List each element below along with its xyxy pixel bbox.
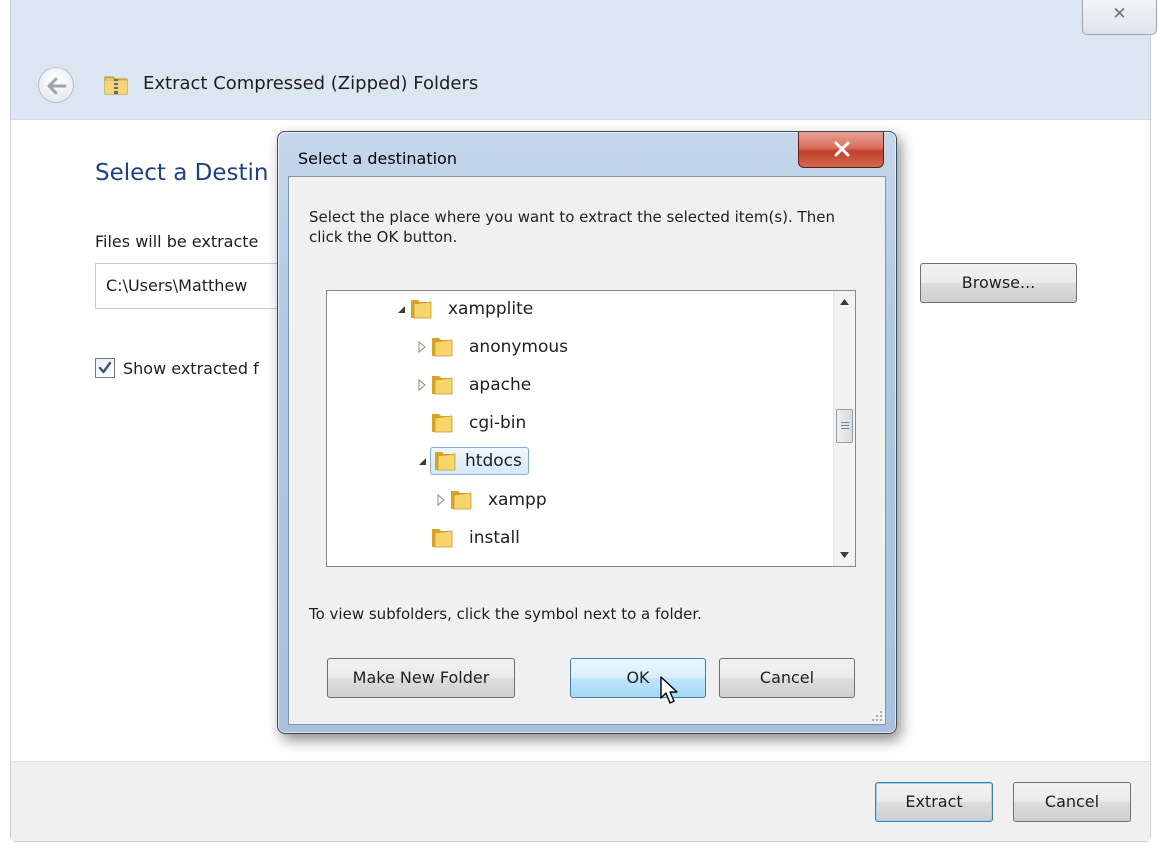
tree-item-selected[interactable]: htdocs (414, 446, 529, 476)
extract-button[interactable]: Extract (875, 782, 993, 822)
back-button[interactable] (38, 67, 74, 103)
make-new-folder-button[interactable]: Make New Folder (327, 658, 515, 698)
grip-lines-icon (841, 422, 849, 429)
wizard-cancel-button[interactable]: Cancel (1013, 782, 1131, 822)
folder-icon (451, 491, 472, 510)
files-extracted-label: Files will be extracte (95, 232, 259, 251)
tree-item-label: xampp (488, 490, 547, 510)
collapsed-arrow-icon[interactable] (414, 339, 430, 355)
dialog-close-button[interactable] (798, 132, 884, 168)
scroll-down-button[interactable] (834, 544, 855, 566)
scroll-up-button[interactable] (834, 291, 855, 313)
tree-item-label: htdocs (430, 447, 529, 475)
close-icon (834, 141, 850, 157)
tree-item-label: install (469, 528, 520, 548)
dialog-title: Select a destination (298, 149, 457, 168)
folder-icon (411, 300, 432, 319)
folder-icon (432, 338, 453, 357)
expanded-arrow-icon[interactable] (414, 453, 430, 469)
folder-tree[interactable]: xampplite anonymous apache cgi-bin htdoc… (326, 290, 856, 567)
dialog-cancel-button[interactable]: Cancel (719, 658, 855, 698)
close-icon: ✕ (1112, 4, 1127, 24)
tree-scrollbar[interactable] (833, 291, 855, 566)
tree-item[interactable]: xampp (433, 485, 554, 515)
dialog-hint: To view subfolders, click the symbol nex… (309, 605, 702, 623)
checkmark-icon (98, 361, 112, 374)
folder-icon (435, 452, 456, 471)
folder-icon (432, 414, 453, 433)
select-destination-dialog: Select a destination Select the place wh… (277, 131, 897, 734)
scroll-thumb[interactable] (836, 409, 853, 443)
page-heading: Select a Destin (95, 160, 269, 186)
folder-icon (432, 376, 453, 395)
show-extracted-label: Show extracted f (123, 358, 259, 378)
tree-item-label: xampplite (448, 299, 534, 319)
tree-item-label: apache (469, 375, 532, 395)
tree-item[interactable]: apache (414, 370, 538, 400)
tree-item[interactable]: install (430, 523, 527, 553)
wizard-footer: Extract Cancel (11, 761, 1150, 841)
browse-button[interactable]: Browse... (920, 263, 1077, 303)
resize-grip-icon[interactable] (871, 710, 883, 722)
zip-folder-icon (104, 76, 128, 95)
show-extracted-checkbox[interactable] (95, 358, 115, 378)
dialog-instruction: Select the place where you want to extra… (309, 208, 835, 246)
wizard-close-button[interactable]: ✕ (1082, 0, 1157, 35)
tree-item-label: cgi-bin (469, 413, 527, 433)
wizard-title: Extract Compressed (Zipped) Folders (143, 73, 479, 94)
tree-item[interactable]: cgi-bin (430, 408, 533, 438)
tree-item-label: anonymous (469, 337, 569, 357)
collapsed-arrow-icon[interactable] (414, 377, 430, 393)
collapsed-arrow-icon[interactable] (433, 492, 449, 508)
expanded-arrow-icon[interactable] (393, 301, 409, 317)
dialog-body: Select the place where you want to extra… (288, 176, 886, 725)
show-extracted-row: Show extracted f (95, 358, 259, 378)
tree-item[interactable]: xampplite (393, 294, 540, 324)
folder-icon (432, 529, 453, 548)
back-arrow-icon (47, 77, 67, 95)
scroll-down-icon (840, 552, 849, 558)
tree-item[interactable]: anonymous (414, 332, 575, 362)
scroll-up-icon (840, 299, 849, 305)
mouse-pointer-icon (660, 676, 678, 704)
tree-item-text: htdocs (465, 451, 522, 471)
ok-button[interactable]: OK (570, 658, 706, 698)
